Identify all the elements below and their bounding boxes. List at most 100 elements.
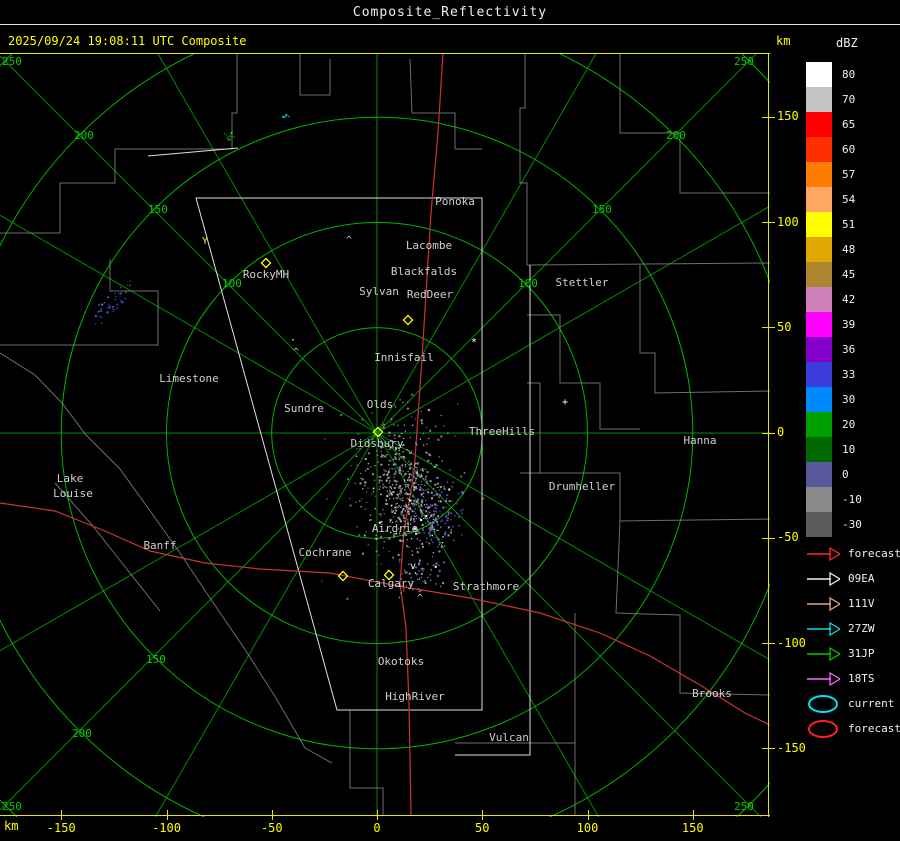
colorbar-entry: 0 xyxy=(806,462,862,487)
colorbar-value: 45 xyxy=(842,268,855,281)
colorbar-swatch xyxy=(806,87,832,112)
bottom-axis-tick-label: -150 xyxy=(44,821,78,835)
colorbar-swatch xyxy=(806,212,832,237)
boundary-line xyxy=(410,59,455,149)
colorbar-entry: 54 xyxy=(806,187,862,212)
bottom-axis-tick xyxy=(588,810,589,820)
boundary-line xyxy=(350,710,383,815)
colorbar-value: -30 xyxy=(842,518,862,531)
track-arrow-row: forecast xyxy=(806,541,900,566)
boundary-line xyxy=(520,53,527,265)
colorbar-swatch xyxy=(806,187,832,212)
colorbar-swatch xyxy=(806,362,832,387)
colorbar-swatch xyxy=(806,237,832,262)
right-axis-tick-label: 0 xyxy=(777,425,784,439)
city-label: Hanna xyxy=(683,434,716,447)
ring-distance-label: 150 xyxy=(592,203,612,216)
right-axis-unit-label: km xyxy=(776,34,790,48)
colorbar-value: 51 xyxy=(842,218,855,231)
bottom-axis-tick-label: 0 xyxy=(360,821,394,835)
colorbar-entry: -30 xyxy=(806,512,862,537)
boundary-line xyxy=(620,53,770,193)
point-marker: Y xyxy=(202,236,208,247)
colorbar-value: 36 xyxy=(842,343,855,356)
track-ellipse-icon xyxy=(806,692,840,716)
ring-distance-label: 150 xyxy=(148,203,168,216)
track-arrow-label: 18TS xyxy=(848,672,875,685)
track-arrow-row: 09EA xyxy=(806,566,900,591)
track-arrow-row: 18TS xyxy=(806,666,900,691)
city-label: Louise xyxy=(53,487,93,500)
colorbar-value: 39 xyxy=(842,318,855,331)
colorbar-entry: 60 xyxy=(806,137,862,162)
ring-distance-label: 200 xyxy=(72,727,92,740)
radar-app-window: Composite_Reflectivity 2025/09/24 19:08:… xyxy=(0,0,900,841)
bottom-axis-tick xyxy=(167,810,168,820)
track-arrow-label: forecast xyxy=(848,547,900,560)
colorbar-entry: 57 xyxy=(806,162,862,187)
coverage-outline xyxy=(455,265,530,755)
track-legend: forecast 09EA 111V 27ZW31JP 18TS current forec… xyxy=(806,541,900,741)
city-label: Calgary xyxy=(368,577,415,590)
city-label: Strathmore xyxy=(453,580,519,593)
colorbar-entry: -10 xyxy=(806,487,862,512)
radar-site-icon xyxy=(403,315,412,324)
colorbar-value: -10 xyxy=(842,493,862,506)
right-axis-tick xyxy=(762,117,775,118)
right-axis-tick xyxy=(762,433,775,434)
city-label: ThreeHills xyxy=(469,425,535,438)
track-ellipse-label: current xyxy=(848,697,894,710)
track-arrow-icon xyxy=(806,642,840,666)
point-marker: * xyxy=(471,337,477,348)
bottom-axis-unit-label: km xyxy=(4,819,18,833)
echo-cluster xyxy=(391,546,444,598)
legend-panel: dBZ 807065605754514845423936333020100-10… xyxy=(798,34,900,834)
track-arrow-label: 09EA xyxy=(848,572,875,585)
boundary-line xyxy=(640,265,770,393)
right-axis-tick-label: -50 xyxy=(777,530,799,544)
bottom-axis-tick-label: 150 xyxy=(676,821,710,835)
colorbar-value: 65 xyxy=(842,118,855,131)
colorbar-entry: 10 xyxy=(806,437,862,462)
right-axis-tick xyxy=(762,748,775,749)
colorbar-entry: 45 xyxy=(806,262,862,287)
echo-cluster xyxy=(86,279,140,327)
radar-map[interactable]: 250200150100100150200250150200250250Pono… xyxy=(0,53,770,817)
ring-distance-label: 250 xyxy=(2,55,22,68)
ring-distance-label: 250 xyxy=(734,55,754,68)
point-marker: ^ xyxy=(346,235,352,246)
boundary-line xyxy=(527,315,640,429)
boundary-line xyxy=(527,263,770,265)
colorbar: 807065605754514845423936333020100-10-30 xyxy=(806,62,862,537)
colorbar-swatch xyxy=(806,337,832,362)
track-arrow-label: 111V xyxy=(848,597,875,610)
bottom-axis-tick xyxy=(61,810,62,820)
track-ellipse-icon xyxy=(806,717,840,741)
colorbar-entry: 39 xyxy=(806,312,862,337)
city-label: Airdrie xyxy=(372,522,418,535)
city-label: Sylvan xyxy=(359,285,399,298)
colorbar-swatch xyxy=(806,387,832,412)
colorbar-entry: 30 xyxy=(806,387,862,412)
track-ellipse-row: forecast xyxy=(806,716,900,741)
point-marker: · xyxy=(290,335,296,346)
city-label: Brooks xyxy=(692,687,732,700)
colorbar-value: 57 xyxy=(842,168,855,181)
right-axis-tick xyxy=(762,327,775,328)
boundary-line xyxy=(0,353,332,763)
city-label: Sundre xyxy=(284,402,324,415)
colorbar-entry: 70 xyxy=(806,87,862,112)
city-label: RedDeer xyxy=(407,288,454,301)
colorbar-swatch xyxy=(806,162,832,187)
track-arrow-icon xyxy=(806,617,840,641)
colorbar-value: 33 xyxy=(842,368,855,381)
colorbar-value: 54 xyxy=(842,193,855,206)
track-arrow-row: 27ZW xyxy=(806,616,900,641)
boundary-line xyxy=(616,521,770,695)
track-ellipse-label: forecast xyxy=(848,722,900,735)
track-arrow-row: 31JP xyxy=(806,641,900,666)
city-label: Didsbury xyxy=(351,437,404,450)
colorbar-swatch xyxy=(806,287,832,312)
city-label: Lacombe xyxy=(406,239,452,252)
colorbar-value: 70 xyxy=(842,93,855,106)
